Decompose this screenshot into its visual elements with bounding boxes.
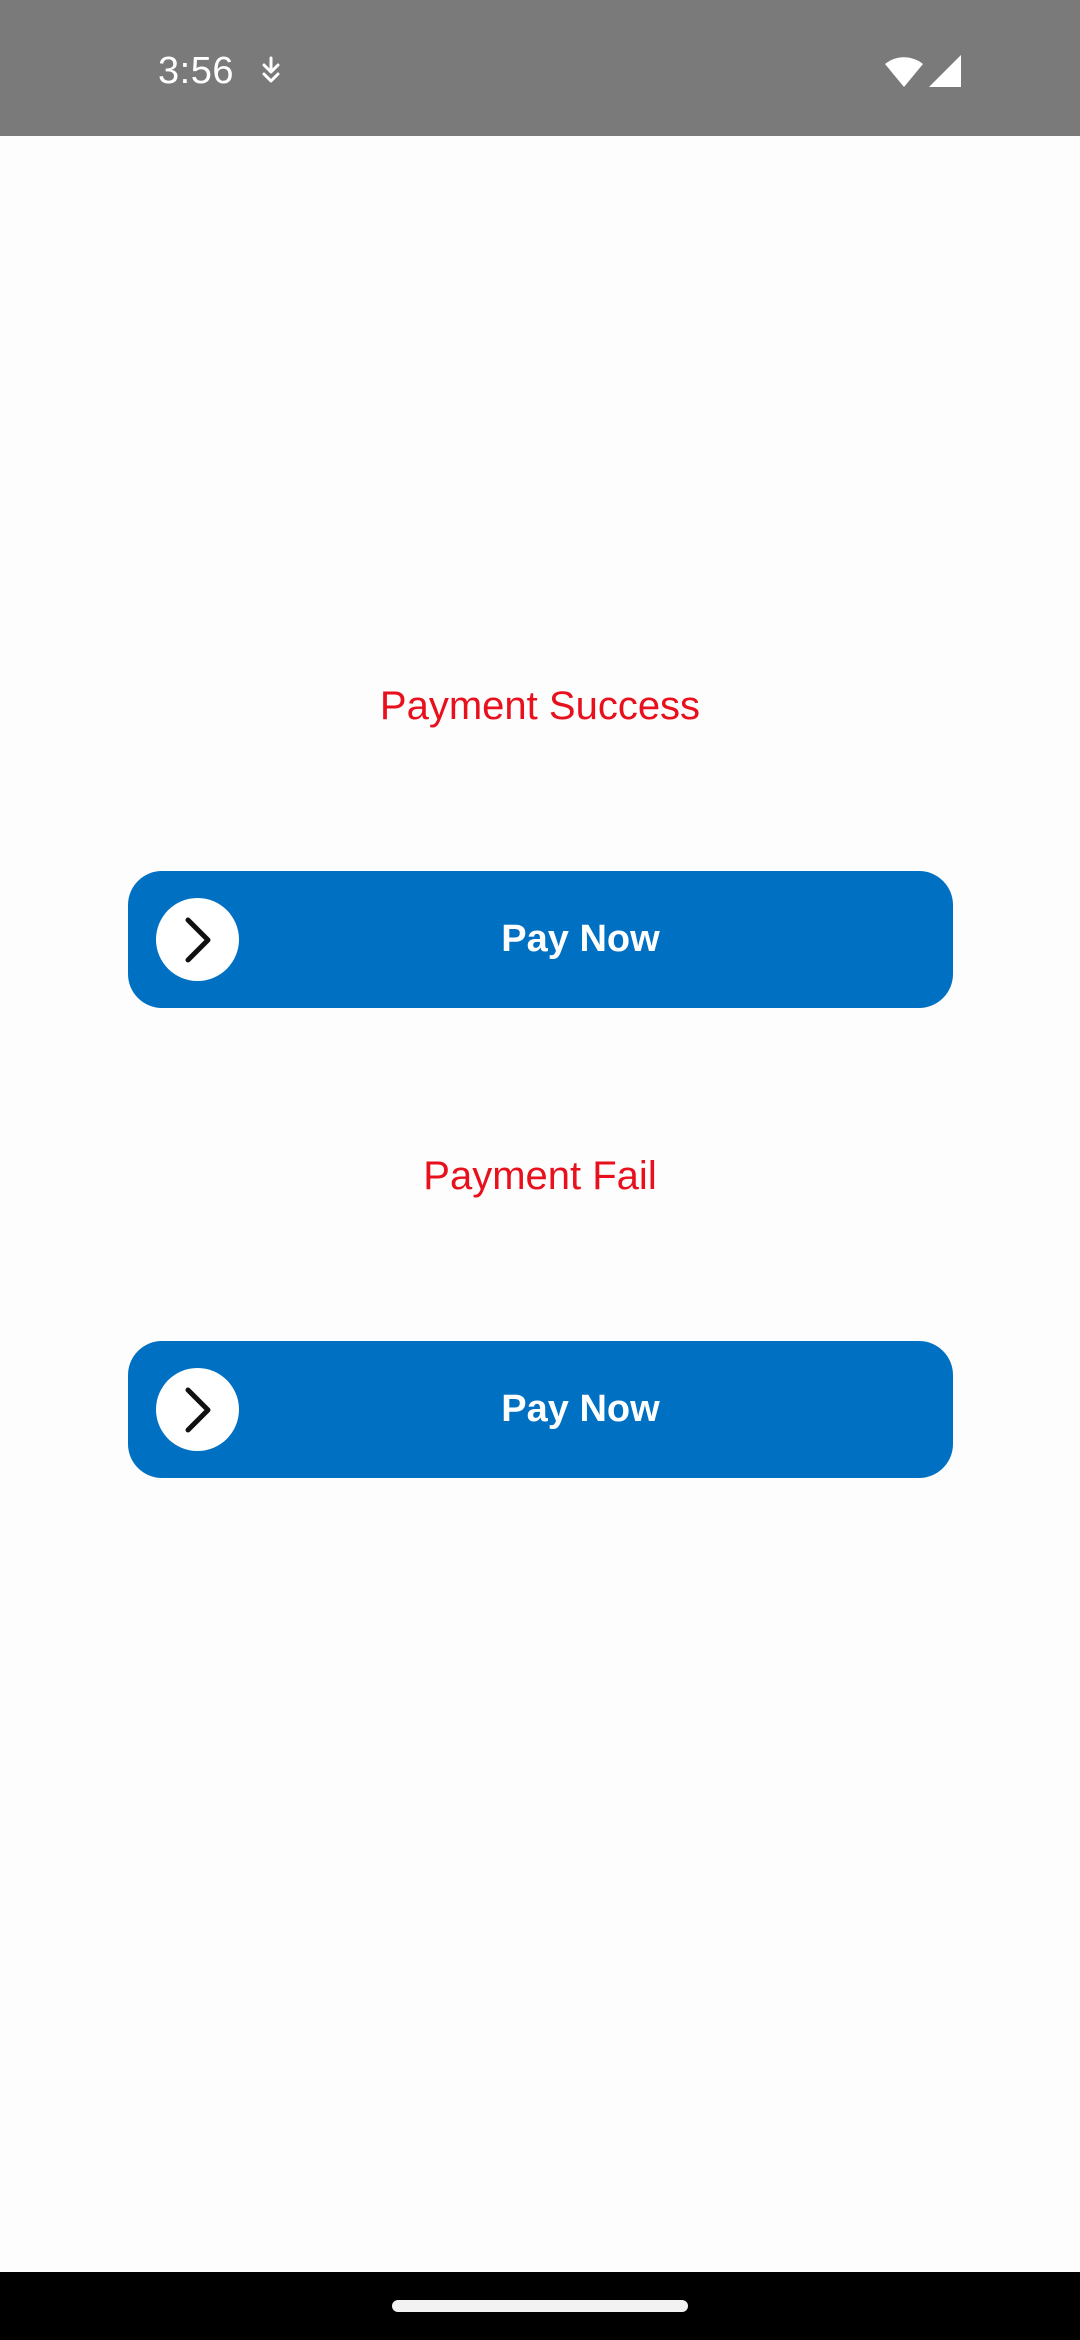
status-time: 3:56 (158, 50, 234, 92)
wifi-icon (885, 57, 923, 87)
payment-success-label: Payment Success (379, 684, 701, 728)
pay-now-button-fail[interactable]: Pay Now (128, 1341, 953, 1478)
pay-now-button-success[interactable]: Pay Now (128, 871, 953, 1008)
pay-now-button-label: Pay Now (501, 1388, 660, 1430)
payment-fail-label: Payment Fail (423, 1154, 657, 1198)
navigation-bar (0, 2272, 1080, 2340)
download-icon (262, 56, 280, 83)
cellular-signal-icon (929, 55, 961, 87)
app-screen: 3:56 Payment Success Pay Now Payment Fai… (0, 0, 1080, 2340)
status-bar: 3:56 (0, 0, 1080, 136)
pay-now-button-label: Pay Now (501, 918, 660, 960)
home-gesture-handle[interactable] (392, 2300, 688, 2312)
